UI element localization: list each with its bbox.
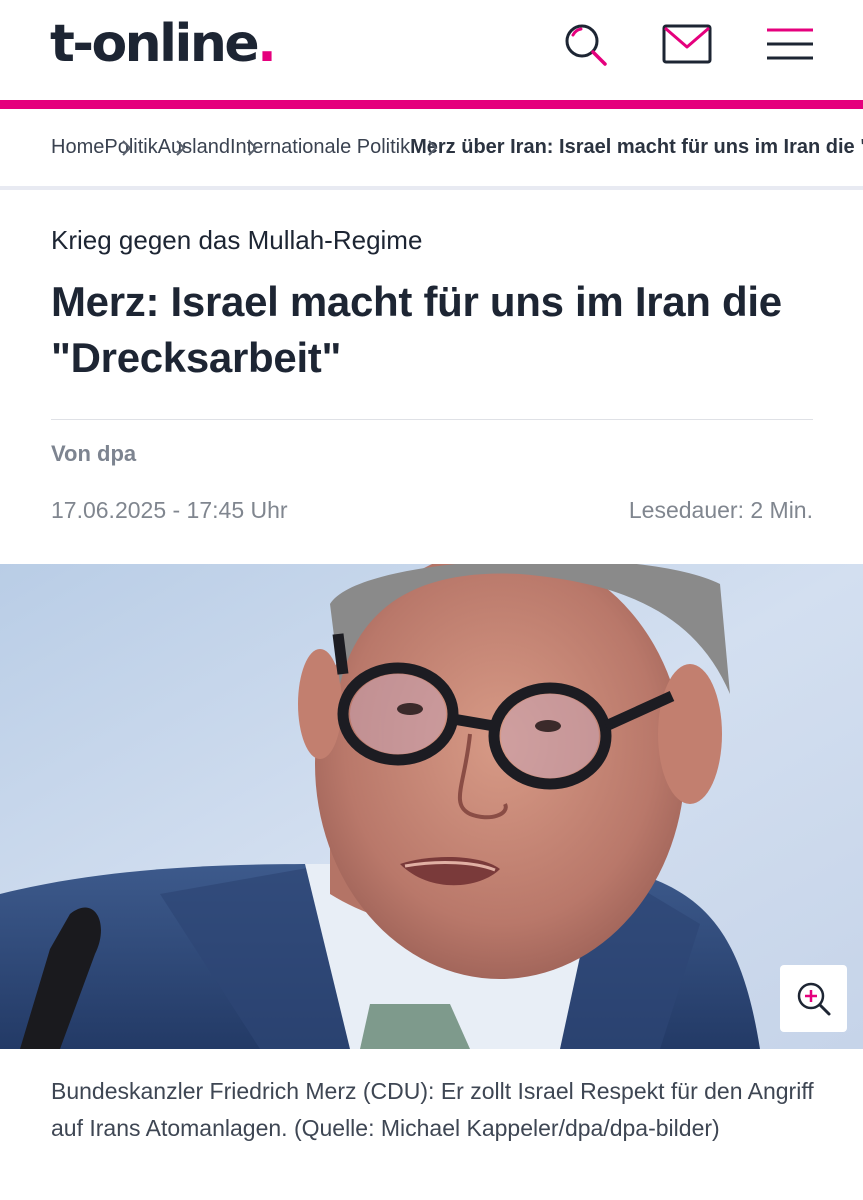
menu-icon <box>767 28 813 60</box>
image-caption: Bundeskanzler Friedrich Merz (CDU): Er z… <box>51 1078 814 1141</box>
zoom-image-button[interactable] <box>780 965 847 1032</box>
article-read-time: Lesedauer: 2 Min. <box>628 497 813 523</box>
mail-icon <box>662 24 712 64</box>
search-button[interactable] <box>556 18 616 70</box>
article-headline: Merz: Israel macht für uns im Iran die "… <box>51 278 782 381</box>
zoom-in-icon <box>797 982 830 1015</box>
article-kicker: Krieg gegen das Mullah-Regime <box>51 225 423 255</box>
site-header: t-online. <box>0 0 863 100</box>
breadcrumb-divider <box>0 186 863 190</box>
menu-button[interactable] <box>759 18 819 70</box>
article-date: 17.06.2025 - 17:45 Uhr <box>51 497 288 523</box>
breadcrumb-home[interactable]: Home <box>51 136 104 159</box>
breadcrumb-current: Merz über Iran: Israel macht für uns im … <box>410 136 863 158</box>
logo-text: t-online <box>50 14 260 74</box>
header-accent-bar <box>0 100 863 109</box>
site-logo[interactable]: t-online. <box>50 14 277 74</box>
breadcrumb: Home Politik Ausland Internationale Poli… <box>0 109 863 186</box>
breadcrumb-ausland[interactable]: Ausland <box>158 136 230 159</box>
newsletter-button[interactable] <box>658 18 718 70</box>
meta-divider <box>51 419 813 420</box>
article-hero-image[interactable] <box>0 564 863 1049</box>
logo-dot: . <box>257 14 277 74</box>
article-author: Von dpa <box>51 441 137 466</box>
portrait-photo <box>0 564 863 1049</box>
search-icon <box>565 24 607 66</box>
